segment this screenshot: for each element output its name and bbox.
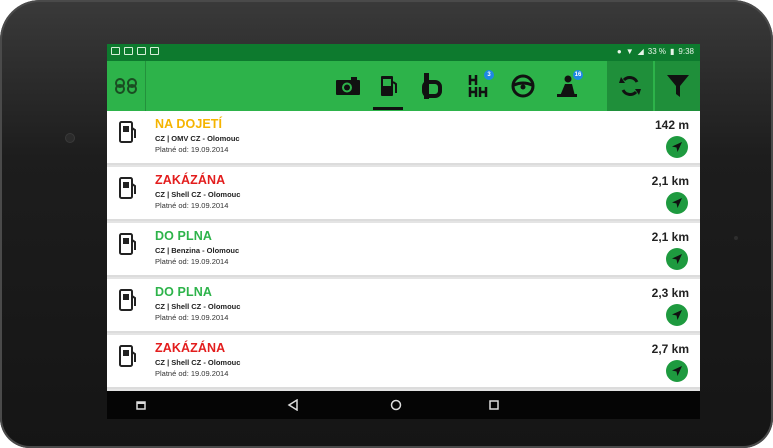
clock: 9:38 [678,47,694,56]
fuel-status: ZAKÁZÁNA [155,173,226,187]
road-sign-icon [422,73,442,99]
notification-icon [124,47,133,55]
filter-button[interactable] [655,61,700,111]
back-button[interactable] [285,397,301,413]
fuel-status: NA DOJETÍ [155,117,223,131]
valid-from: Platné od: 19.09.2014 [155,369,229,378]
distance: 2,7 km [651,342,689,356]
notification-icon [150,47,159,55]
valid-from: Platné od: 19.09.2014 [155,201,229,210]
home-icon [390,399,402,411]
station-name: CZ | Shell CZ - Olomouc [155,358,241,367]
distance: 142 m [654,118,689,132]
valid-from: Platné od: 19.09.2014 [155,313,229,322]
navigation-arrow-icon [672,254,682,264]
front-camera [66,134,74,142]
app-toolbar: 3 16 [107,61,700,111]
recents-icon [489,400,499,410]
screenshot-button[interactable] [133,397,149,413]
fuel-status: DO PLNA [155,229,212,243]
app-logo-icon [115,78,137,94]
fuel-pump-icon [119,121,136,143]
camera-icon [336,77,360,95]
station-name: CZ | Shell CZ - Olomouc [155,190,241,199]
app-logo-button[interactable] [107,61,146,111]
tablet-frame: ● ▼ ◢ 33 % ▮ 9:38 3 16 NA DOJETÍ CZ | OM… [0,0,773,448]
fuel-pump-icon [119,233,136,255]
list-item[interactable]: DO PLNA CZ | Benzina - Olomouc Platné od… [107,223,700,277]
filter-icon [666,75,689,97]
battery-icon: ▮ [670,47,675,56]
list-item[interactable]: NA DOJETÍ CZ | OMV CZ - Olomouc Platné o… [107,111,700,165]
battery-percent: 33 % [647,47,667,56]
list-item[interactable]: ZAKÁZÁNA CZ | Shell CZ - Olomouc Platné … [107,167,700,221]
navigate-button[interactable] [666,248,688,270]
navigate-button[interactable] [666,192,688,214]
navigate-button[interactable] [666,360,688,382]
navigation-arrow-icon [672,310,682,320]
camera-tab[interactable] [329,61,367,111]
distance: 2,3 km [651,286,689,300]
station-name: CZ | Benzina - Olomouc [155,246,240,255]
navigation-arrow-icon [672,142,682,152]
fuel-pump-icon [381,76,397,96]
fuel-stations-tab[interactable] [369,61,407,111]
fuel-pump-icon [119,177,136,199]
signal-icon: ◢ [637,47,644,56]
road-works-tab[interactable]: 16 [548,61,586,111]
driving-tab[interactable] [504,61,542,111]
distance: 2,1 km [651,174,689,188]
navigate-button[interactable] [666,136,688,158]
sensor-dot [734,236,738,240]
recents-button[interactable] [486,397,502,413]
list-item[interactable]: DO PLNA CZ | Shell CZ - Olomouc Platné o… [107,279,700,333]
system-status: ● ▼ ◢ 33 % ▮ 9:38 [617,47,694,56]
refresh-button[interactable] [607,61,653,111]
navigate-button[interactable] [666,304,688,326]
fuel-station-list: NA DOJETÍ CZ | OMV CZ - Olomouc Platné o… [107,111,700,391]
home-button[interactable] [388,397,404,413]
notification-icons [111,47,159,55]
station-name: CZ | OMV CZ - Olomouc [155,134,240,143]
fuel-pump-icon [119,345,136,367]
fuel-status: DO PLNA [155,285,212,299]
system-nav-bar [107,391,700,419]
station-name: CZ | Shell CZ - Olomouc [155,302,241,311]
parking-tab[interactable] [412,61,450,111]
list-item[interactable]: ZAKÁZÁNA CZ | Shell CZ - Olomouc Platné … [107,335,700,389]
notification-icon [137,47,146,55]
valid-from: Platné od: 19.09.2014 [155,257,229,266]
route-badge: 3 [484,70,494,80]
notification-icon [111,47,120,55]
navigation-arrow-icon [672,366,682,376]
distance: 2,1 km [651,230,689,244]
refresh-icon [619,76,641,96]
location-icon: ● [616,47,622,56]
route-tab[interactable]: 3 [459,61,497,111]
fuel-pump-icon [119,289,136,311]
window-icon [136,400,146,410]
steering-wheel-icon [511,74,535,98]
valid-from: Platné od: 19.09.2014 [155,145,229,154]
status-bar: ● ▼ ◢ 33 % ▮ 9:38 [107,44,700,61]
screen: ● ▼ ◢ 33 % ▮ 9:38 3 16 NA DOJETÍ CZ | OM… [107,44,700,419]
wifi-icon: ▼ [625,47,634,56]
fuel-status: ZAKÁZÁNA [155,341,226,355]
back-icon [287,399,298,411]
road-works-badge: 16 [573,70,583,80]
navigation-arrow-icon [672,198,682,208]
